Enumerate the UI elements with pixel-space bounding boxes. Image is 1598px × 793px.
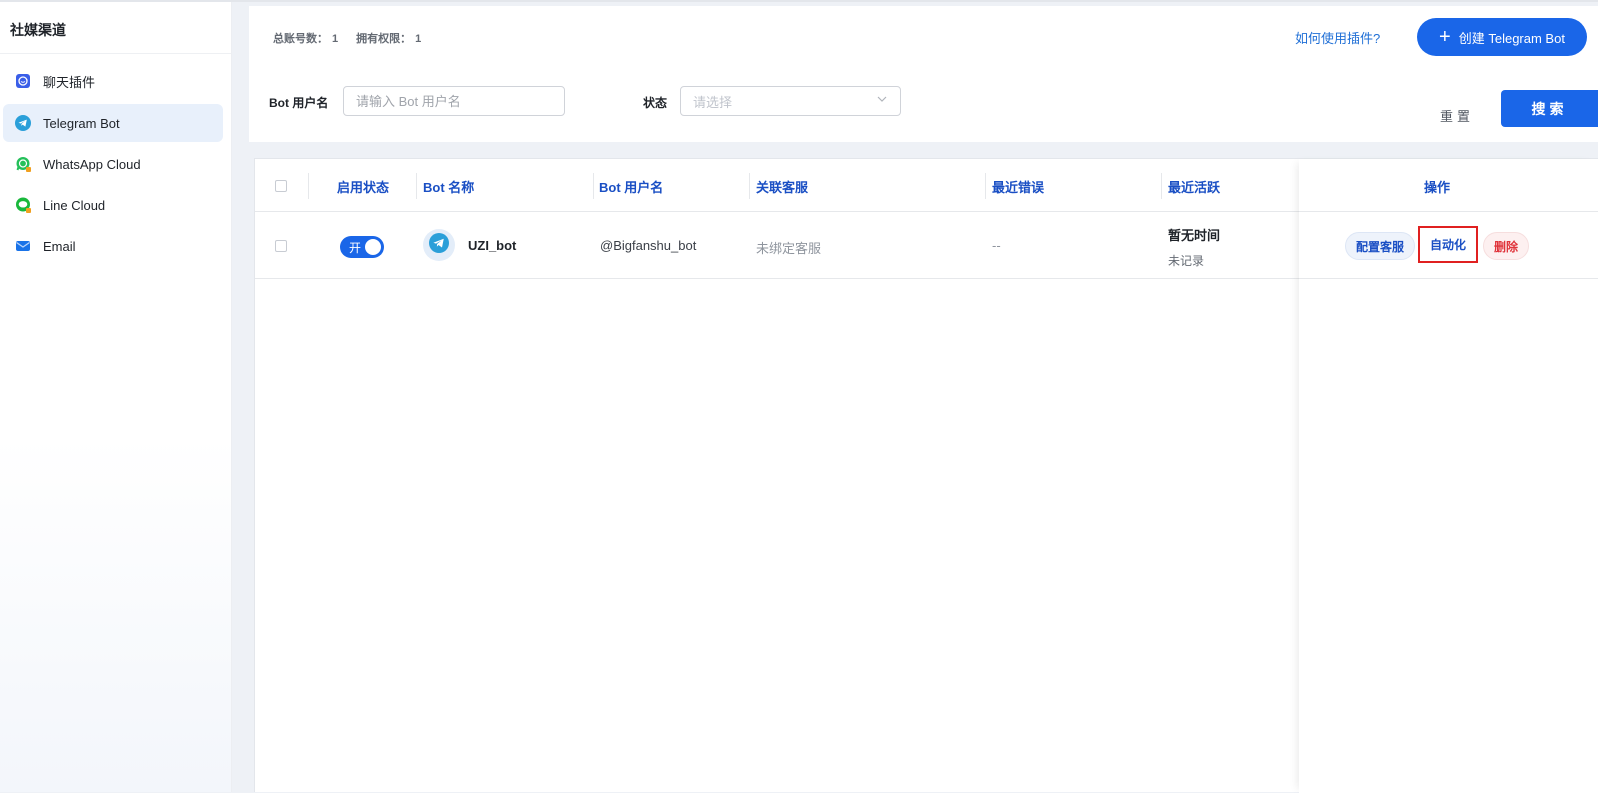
bot-last-active-note: 未记录 <box>1168 254 1205 268</box>
status-select[interactable]: 请选择 <box>680 86 901 116</box>
column-separator <box>1161 173 1162 199</box>
total-accounts-value: 1 <box>332 33 339 45</box>
reset-button[interactable]: 重置 <box>1427 100 1487 130</box>
status-filter-label: 状态 <box>643 96 668 110</box>
bot-last-active-time: 暂无时间 <box>1168 228 1221 243</box>
row-checkbox[interactable] <box>275 240 287 252</box>
column-separator <box>308 173 309 199</box>
sidebar-item-whatsapp-cloud[interactable]: WhatsApp Cloud <box>3 145 223 183</box>
search-button[interactable]: 搜索 <box>1501 90 1598 127</box>
column-header-last-active: 最近活跃 <box>1168 180 1221 195</box>
sidebar-item-label: 聊天插件 <box>43 74 96 90</box>
account-stats: 总账号数： 1 拥有权限： 1 <box>273 30 425 46</box>
email-icon <box>15 238 31 254</box>
sidebar: 社媒渠道 聊天插件 Telegram Bot WhatsApp Cloud Li… <box>0 2 232 792</box>
column-header-customer-service: 关联客服 <box>756 180 809 195</box>
toggle-knob <box>365 239 381 255</box>
bot-username: @Bigfanshu_bot <box>600 238 697 253</box>
bot-name: UZI_bot <box>468 238 517 253</box>
bot-customer-service: 未绑定客服 <box>756 241 822 256</box>
bot-last-error: -- <box>992 238 1001 253</box>
sidebar-item-label: Email <box>43 238 76 254</box>
permission-label: 拥有权限： <box>356 33 412 45</box>
whatsapp-icon <box>15 156 31 172</box>
table-row-actions: 配置客服 自动化 删除 <box>1299 212 1598 279</box>
how-to-use-plugin-link[interactable]: 如何使用插件? <box>1295 28 1380 47</box>
sidebar-item-chat-plugin[interactable]: 聊天插件 <box>3 62 223 100</box>
actions-column: 操作 配置客服 自动化 删除 <box>1299 159 1598 793</box>
sidebar-item-label: WhatsApp Cloud <box>43 156 141 172</box>
column-header-last-error: 最近错误 <box>992 180 1045 195</box>
permission-value: 1 <box>415 33 422 45</box>
filter-header-card: 总账号数： 1 拥有权限： 1 如何使用插件? + 创建 Telegram Bot B… <box>249 6 1598 142</box>
column-header-bot-name: Bot 名称 <box>423 180 475 195</box>
column-header-actions: 操作 <box>1424 180 1451 195</box>
create-button-label: 创建 Telegram Bot <box>1458 30 1565 46</box>
column-separator <box>416 173 417 199</box>
configure-customer-service-button[interactable]: 配置客服 <box>1345 232 1415 260</box>
bot-avatar <box>423 229 455 261</box>
enable-toggle[interactable]: 开 <box>340 236 384 258</box>
create-telegram-bot-button[interactable]: + 创建 Telegram Bot <box>1417 18 1587 56</box>
total-accounts-label: 总账号数： <box>273 33 328 45</box>
actions-column-header: 操作 <box>1299 159 1598 212</box>
sidebar-item-line-cloud[interactable]: Line Cloud <box>3 186 223 224</box>
bot-username-input[interactable] <box>343 86 565 116</box>
line-icon <box>15 197 31 213</box>
column-header-bot-username: Bot 用户名 <box>599 180 664 195</box>
plus-icon: + <box>1439 26 1451 48</box>
sidebar-title: 社媒渠道 <box>10 22 66 38</box>
column-separator <box>749 173 750 199</box>
chat-plugin-icon <box>15 73 31 89</box>
status-select-placeholder: 请选择 <box>693 94 733 110</box>
column-separator <box>593 173 594 199</box>
sidebar-item-email[interactable]: Email <box>3 227 223 265</box>
sidebar-item-label: Telegram Bot <box>43 115 120 131</box>
bot-table: 启用状态 Bot 名称 Bot 用户名 关联客服 最近错误 最近活跃 开 UZI… <box>254 158 1598 793</box>
automation-button[interactable]: 自动化 <box>1418 226 1478 263</box>
chevron-down-icon <box>876 92 888 110</box>
column-header-status: 启用状态 <box>337 180 390 195</box>
sidebar-divider <box>0 53 231 54</box>
select-all-checkbox[interactable] <box>275 180 287 192</box>
telegram-icon <box>429 232 449 258</box>
toggle-on-label: 开 <box>349 241 362 255</box>
delete-button[interactable]: 删除 <box>1483 232 1529 260</box>
sidebar-item-telegram-bot[interactable]: Telegram Bot <box>3 104 223 142</box>
column-separator <box>985 173 986 199</box>
top-border <box>0 0 1598 2</box>
telegram-icon <box>15 115 31 131</box>
bot-username-filter-label: Bot 用户名 <box>269 96 329 110</box>
sidebar-item-label: Line Cloud <box>43 197 106 213</box>
